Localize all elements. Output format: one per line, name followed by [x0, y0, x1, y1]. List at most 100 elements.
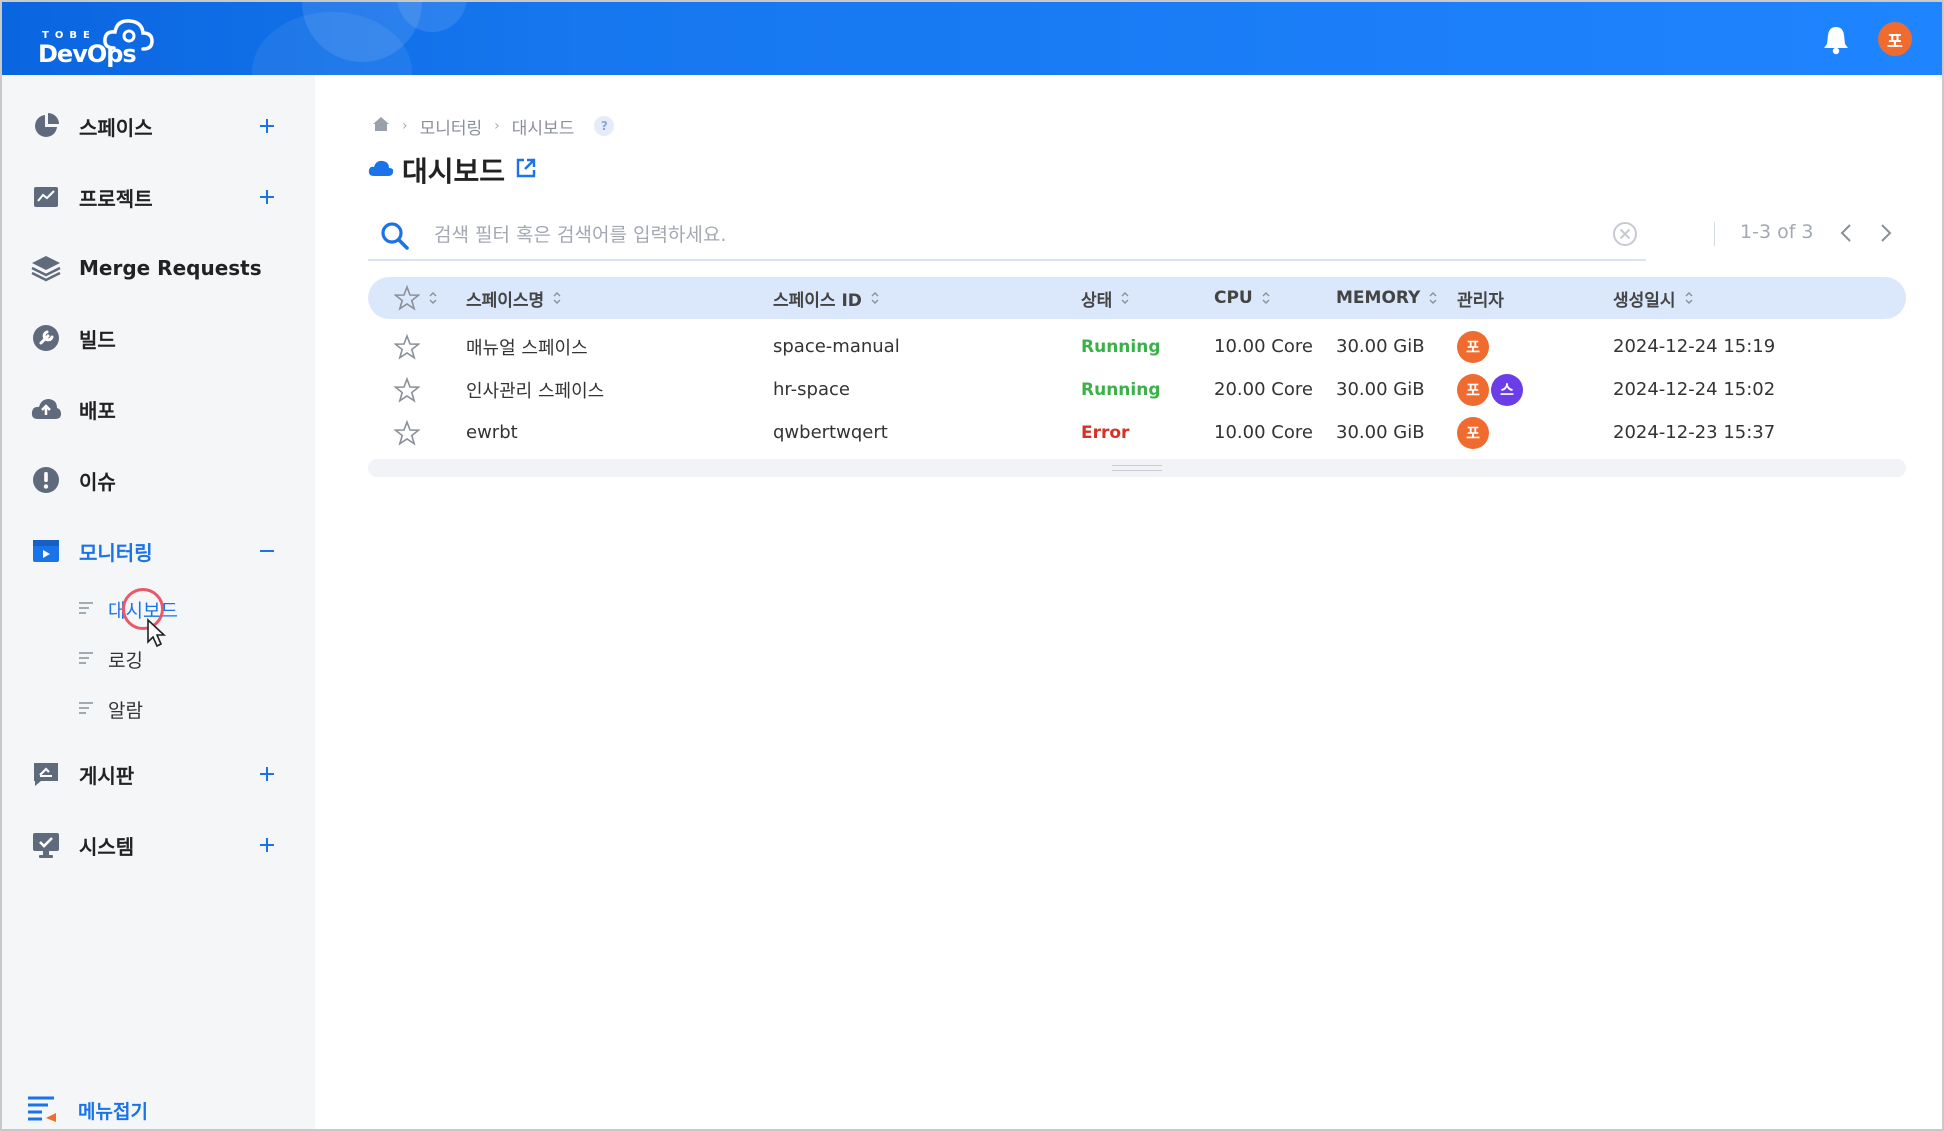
monitor-window-icon: [30, 535, 62, 567]
cell-managers: 포: [1457, 325, 1491, 368]
top-bar: TOBE DevOps 포: [2, 2, 1942, 75]
plus-icon[interactable]: [256, 763, 278, 785]
notification-bell-icon[interactable]: [1822, 25, 1850, 59]
app-window: TOBE DevOps 포 스페이스 프로젝트 Merge Requests 빌…: [0, 0, 1944, 1131]
wrench-icon: [30, 322, 62, 354]
minus-icon[interactable]: [256, 540, 278, 562]
user-avatar[interactable]: 포: [1878, 22, 1912, 56]
table-row[interactable]: 인사관리 스페이스 hr-space Running 20.00 Core 30…: [368, 368, 1906, 411]
manager-avatar[interactable]: 포: [1457, 330, 1489, 363]
column-header-label: MEMORY: [1336, 288, 1421, 308]
chevron-right-icon[interactable]: [1878, 222, 1894, 248]
sidebar-item-monitoring[interactable]: 모니터링: [2, 526, 315, 576]
table-footer: [368, 459, 1906, 477]
plus-icon[interactable]: [256, 186, 278, 208]
table-row[interactable]: ewrbt qwbertwqert Error 10.00 Core 30.00…: [368, 411, 1906, 454]
search-bar: [368, 209, 1646, 261]
column-header-label: 스페이스 ID: [773, 290, 862, 311]
sidebar-item-merge-requests[interactable]: Merge Requests: [2, 243, 315, 293]
column-header-memory[interactable]: MEMORY: [1336, 277, 1438, 319]
table-row[interactable]: 매뉴얼 스페이스 space-manual Running 10.00 Core…: [368, 325, 1906, 368]
favorite-header-star-icon[interactable]: [394, 277, 438, 319]
column-header-label: CPU: [1214, 288, 1253, 308]
page-title: 대시보드: [402, 155, 506, 188]
cell-cpu: 20.00 Core: [1214, 379, 1313, 400]
favorite-star-icon[interactable]: [394, 411, 420, 454]
breadcrumb-item[interactable]: 모니터링: [420, 114, 483, 139]
plus-icon[interactable]: [256, 115, 278, 137]
board-icon: [30, 758, 62, 790]
sort-icon: [1685, 292, 1693, 304]
cell-space-id: hr-space: [773, 379, 850, 400]
sidebar-item-label: 스페이스: [79, 115, 153, 140]
collapse-menu-button[interactable]: 메뉴접기: [2, 1085, 315, 1129]
sidebar-item-issues[interactable]: 이슈: [2, 455, 315, 505]
page-header: 대시보드: [368, 150, 537, 190]
home-icon[interactable]: [372, 116, 390, 137]
collapse-menu-label: 메뉴접기: [78, 1100, 148, 1123]
column-header-space-id[interactable]: 스페이스 ID: [773, 277, 880, 319]
resize-handle[interactable]: [1112, 465, 1162, 471]
external-link-icon[interactable]: [515, 157, 537, 183]
cell-space-name[interactable]: 매뉴얼 스페이스: [466, 325, 588, 368]
chevron-right-icon: ›: [402, 118, 408, 134]
sidebar-item-label: 게시판: [79, 763, 135, 788]
sidebar-item-system[interactable]: 시스템: [2, 820, 315, 870]
cell-managers: 포: [1457, 411, 1491, 454]
favorite-star-icon[interactable]: [394, 368, 420, 411]
help-icon[interactable]: ?: [594, 116, 615, 136]
manager-avatar[interactable]: 포: [1457, 416, 1489, 449]
favorite-star-icon[interactable]: [394, 325, 420, 368]
cell-created: 2024-12-23 15:37: [1613, 422, 1776, 443]
cell-space-name[interactable]: ewrbt: [466, 411, 518, 454]
breadcrumb: › 모니터링 › 대시보드 ?: [372, 114, 615, 139]
layers-icon: [30, 252, 62, 284]
cell-cpu: 10.00 Core: [1214, 422, 1313, 443]
pie-chart-icon: [30, 110, 62, 142]
sort-icon: [429, 292, 437, 304]
list-lines-icon: [78, 600, 94, 619]
pager-divider: [1714, 222, 1715, 246]
chevron-left-icon[interactable]: [1838, 222, 1854, 248]
search-input[interactable]: [434, 219, 1554, 251]
project-board-icon: [30, 181, 62, 213]
pagination-info: 1-3 of 3: [1740, 221, 1814, 243]
table-header: 스페이스명 스페이스 ID 상태 CPU MEMORY 관리자 생성일시: [368, 277, 1906, 319]
sidebar-item-spaces[interactable]: 스페이스: [2, 101, 315, 151]
list-lines-icon: [78, 650, 94, 669]
cell-memory: 30.00 GiB: [1336, 422, 1425, 443]
sidebar-item-deploy[interactable]: 배포: [2, 384, 315, 434]
column-header-created[interactable]: 생성일시: [1613, 277, 1694, 319]
sidebar-subitem-alarm[interactable]: 알람: [2, 689, 315, 729]
system-monitor-icon: [30, 829, 62, 861]
manager-avatar[interactable]: 스: [1491, 373, 1523, 406]
status-badge: Running: [1081, 336, 1161, 357]
cell-memory: 30.00 GiB: [1336, 336, 1425, 357]
cell-managers: 포 스: [1457, 368, 1525, 411]
column-header-space-name[interactable]: 스페이스명: [466, 277, 562, 319]
plus-icon[interactable]: [256, 834, 278, 856]
sidebar-item-build[interactable]: 빌드: [2, 313, 315, 363]
manager-avatar[interactable]: 포: [1457, 373, 1489, 406]
breadcrumb-item: 대시보드: [511, 118, 575, 139]
alert-icon: [30, 464, 62, 496]
sort-icon: [871, 292, 879, 304]
column-header-status[interactable]: 상태: [1081, 277, 1130, 319]
sidebar-item-label: 시스템: [79, 834, 135, 859]
sidebar-item-board[interactable]: 게시판: [2, 749, 315, 799]
cloud-upload-icon: [30, 393, 62, 425]
mouse-cursor-icon: [146, 618, 168, 652]
clear-search-icon[interactable]: [1612, 221, 1638, 251]
cell-cpu: 10.00 Core: [1214, 336, 1313, 357]
sort-icon: [1121, 292, 1129, 304]
cell-space-name[interactable]: 인사관리 스페이스: [466, 368, 604, 411]
sidebar-item-projects[interactable]: 프로젝트: [2, 172, 315, 222]
sort-icon: [1429, 292, 1437, 304]
column-header-label: 생성일시: [1613, 290, 1676, 311]
column-header-cpu[interactable]: CPU: [1214, 277, 1271, 319]
status-badge: Error: [1081, 422, 1130, 443]
sidebar-item-label: 이슈: [79, 469, 116, 494]
sidebar-item-label: 프로젝트: [79, 186, 153, 211]
column-header-label: 상태: [1081, 290, 1113, 311]
search-icon: [380, 221, 410, 255]
